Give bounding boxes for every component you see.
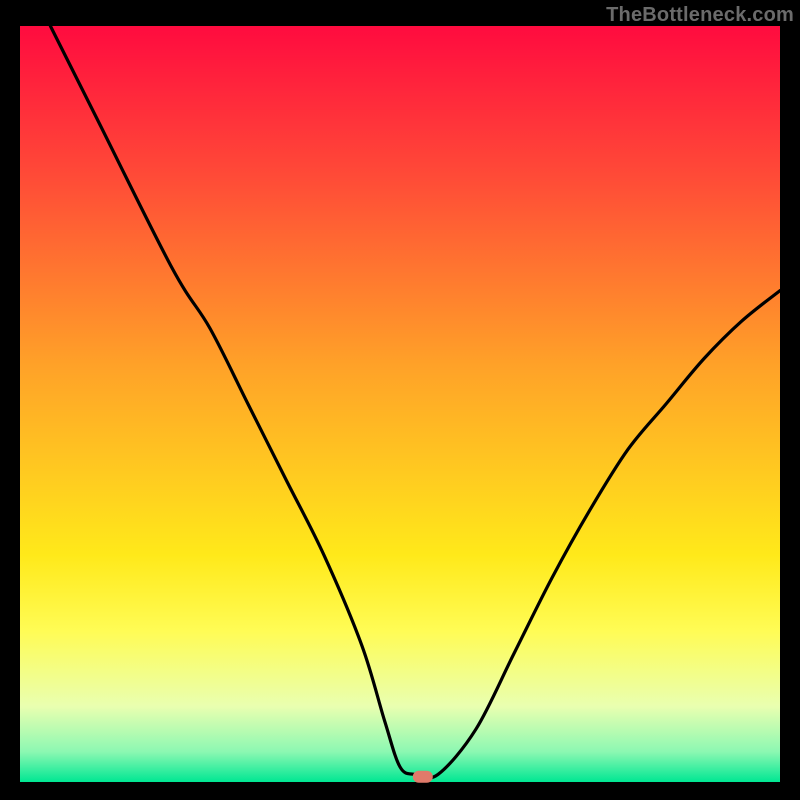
- chart-stage: TheBottleneck.com: [0, 0, 800, 800]
- watermark-label: TheBottleneck.com: [606, 4, 794, 27]
- optimal-marker: [413, 771, 433, 783]
- bottleneck-chart: [0, 0, 800, 800]
